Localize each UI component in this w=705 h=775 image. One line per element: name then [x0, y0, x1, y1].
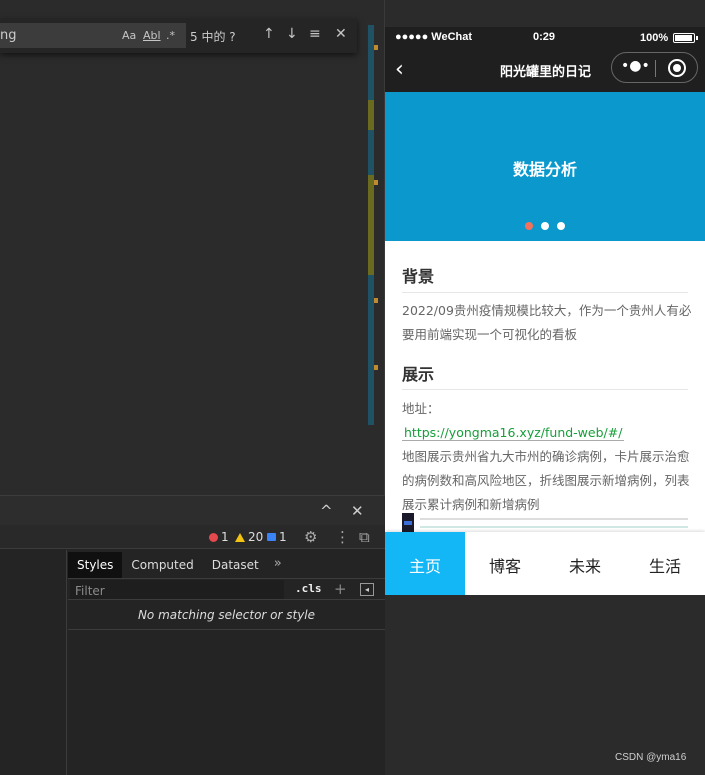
- battery-icon: [673, 33, 698, 43]
- display-paragraph: 地址： https://yongma16.xyz/fund-web/#/ 地图展…: [402, 397, 692, 517]
- filter-field[interactable]: [70, 580, 284, 601]
- page-title: 阳光罐里的日记: [500, 65, 592, 80]
- mini-program-capsule: •●•: [611, 52, 698, 83]
- warning-icon: [235, 532, 245, 542]
- capsule-divider: [655, 60, 656, 77]
- phone-simulator: ●●●●● WeChat 0:29 100% ‹ 阳光罐里的日记 •●• 数据分…: [385, 27, 705, 595]
- close-find-button[interactable]: ✕: [335, 26, 347, 42]
- tab-life[interactable]: 生活: [625, 532, 705, 595]
- minimap-marker: [368, 175, 374, 275]
- indicator-dot[interactable]: [541, 222, 549, 230]
- find-result-count: 5 中的 ?: [190, 30, 236, 44]
- match-case-toggle[interactable]: Aa: [122, 29, 136, 42]
- banner-swiper[interactable]: 数据分析: [385, 92, 705, 241]
- next-match-button[interactable]: ↓: [286, 26, 298, 42]
- more-options-icon[interactable]: ⋮: [335, 528, 350, 546]
- dock-side-icon[interactable]: ⧉: [359, 528, 370, 546]
- section-heading-display: 展示: [402, 365, 435, 384]
- tab-computed[interactable]: Computed: [122, 552, 202, 578]
- sidebar-tabs: Styles Computed Dataset »: [68, 552, 288, 578]
- warning-count-badge[interactable]: 20: [235, 530, 263, 544]
- tab-blog[interactable]: 博客: [465, 532, 545, 595]
- preview-image: [402, 513, 688, 533]
- carrier-label: ●●●●● WeChat: [395, 31, 473, 43]
- devtools-header: ^ ✕: [0, 495, 385, 525]
- find-widget: ng Aa Abl .* 5 中的 ? ↑ ↓ ≡ ✕: [0, 19, 357, 53]
- settings-gear-icon[interactable]: ⚙: [304, 528, 317, 546]
- minimap[interactable]: [368, 25, 378, 455]
- swiper-indicator: [525, 222, 565, 230]
- toggle-sidebar-icon[interactable]: ◂: [360, 583, 374, 596]
- minimap-marker: [374, 365, 378, 370]
- devtools-toolbar: 1 20 1 ⚙ ⋮ ⧉: [0, 525, 385, 549]
- whole-word-toggle[interactable]: Abl: [143, 29, 161, 42]
- watermark: CSDN @yma16: [615, 752, 687, 763]
- devtools-panel: ^ ✕ 1 20 1 ⚙ ⋮ ⧉ Styles Computed Dataset…: [0, 495, 385, 775]
- find-input[interactable]: ng Aa Abl .*: [0, 23, 186, 48]
- demo-link[interactable]: https://yongma16.xyz/fund-web/#/: [402, 425, 625, 441]
- tab-styles[interactable]: Styles: [68, 552, 123, 578]
- status-bar: ●●●●● WeChat 0:29 100%: [385, 27, 705, 49]
- message-count-badge[interactable]: 1: [267, 530, 287, 544]
- more-menu-icon[interactable]: •●•: [621, 58, 650, 74]
- clock: 0:29: [533, 31, 556, 43]
- preview-line: [420, 518, 688, 520]
- minimap-marker: [374, 298, 378, 303]
- nav-bar: ‹ 阳光罐里的日记 •●•: [385, 49, 705, 92]
- collapse-panel-icon[interactable]: ^: [320, 502, 333, 520]
- divider: [402, 389, 688, 390]
- slide-title: 数据分析: [512, 160, 577, 179]
- address-label: 地址：: [402, 401, 440, 416]
- section-heading-background: 背景: [402, 267, 435, 286]
- find-query: ng: [0, 28, 17, 43]
- find-in-selection-button[interactable]: ≡: [309, 26, 321, 42]
- previous-match-button[interactable]: ↑: [263, 26, 275, 42]
- tab-home[interactable]: 主页: [385, 532, 465, 595]
- more-tabs-icon[interactable]: »: [268, 552, 288, 578]
- battery-percent: 100%: [640, 32, 669, 44]
- warning-count: 20: [248, 530, 264, 544]
- bottom-tab-bar: 主页 博客 未来 生活: [385, 532, 705, 595]
- tab-future[interactable]: 未来: [545, 532, 625, 595]
- preview-thumbnail: [402, 513, 414, 533]
- close-panel-icon[interactable]: ✕: [351, 502, 364, 520]
- editor-area: ng Aa Abl .* 5 中的 ? ↑ ↓ ≡ ✕ ^ ✕ 1 20 1 ⚙…: [0, 0, 385, 775]
- error-count-badge[interactable]: 1: [209, 530, 229, 544]
- indicator-dot[interactable]: [557, 222, 565, 230]
- preview-line: [420, 526, 688, 528]
- message-icon: [267, 533, 276, 541]
- new-style-rule-icon[interactable]: +: [334, 580, 347, 598]
- indicator-dot[interactable]: [525, 222, 533, 230]
- cls-toggle-button[interactable]: .cls: [295, 582, 322, 595]
- filter-input[interactable]: [70, 581, 284, 601]
- styles-filter-bar: .cls + ◂: [68, 578, 385, 601]
- background-paragraph: 2022/09贵州疫情规模比较大，作为一个贵州人有必要用前端实现一个可视化的看板: [402, 303, 692, 342]
- no-matching-style-message: No matching selector or style: [137, 608, 316, 622]
- close-target-icon[interactable]: [668, 59, 686, 77]
- back-arrow-icon[interactable]: ‹: [395, 57, 404, 82]
- message-count: 1: [279, 530, 287, 544]
- divider: [402, 292, 688, 293]
- styles-sidebar: Styles Computed Dataset » .cls + ◂ No ma…: [68, 550, 385, 775]
- elements-tree-pane: [0, 550, 67, 775]
- regex-toggle[interactable]: .*: [166, 29, 175, 42]
- minimap-marker: [374, 45, 378, 50]
- tab-dataset[interactable]: Dataset: [203, 552, 268, 578]
- minimap-marker: [368, 100, 374, 130]
- divider: [68, 629, 385, 630]
- error-count: 1: [221, 530, 229, 544]
- error-icon: [209, 532, 218, 542]
- description-text: 地图展示贵州省九大市州的确诊病例，卡片展示治愈的病例数和高风险地区，折线图展示新…: [402, 449, 690, 512]
- minimap-marker: [374, 180, 378, 185]
